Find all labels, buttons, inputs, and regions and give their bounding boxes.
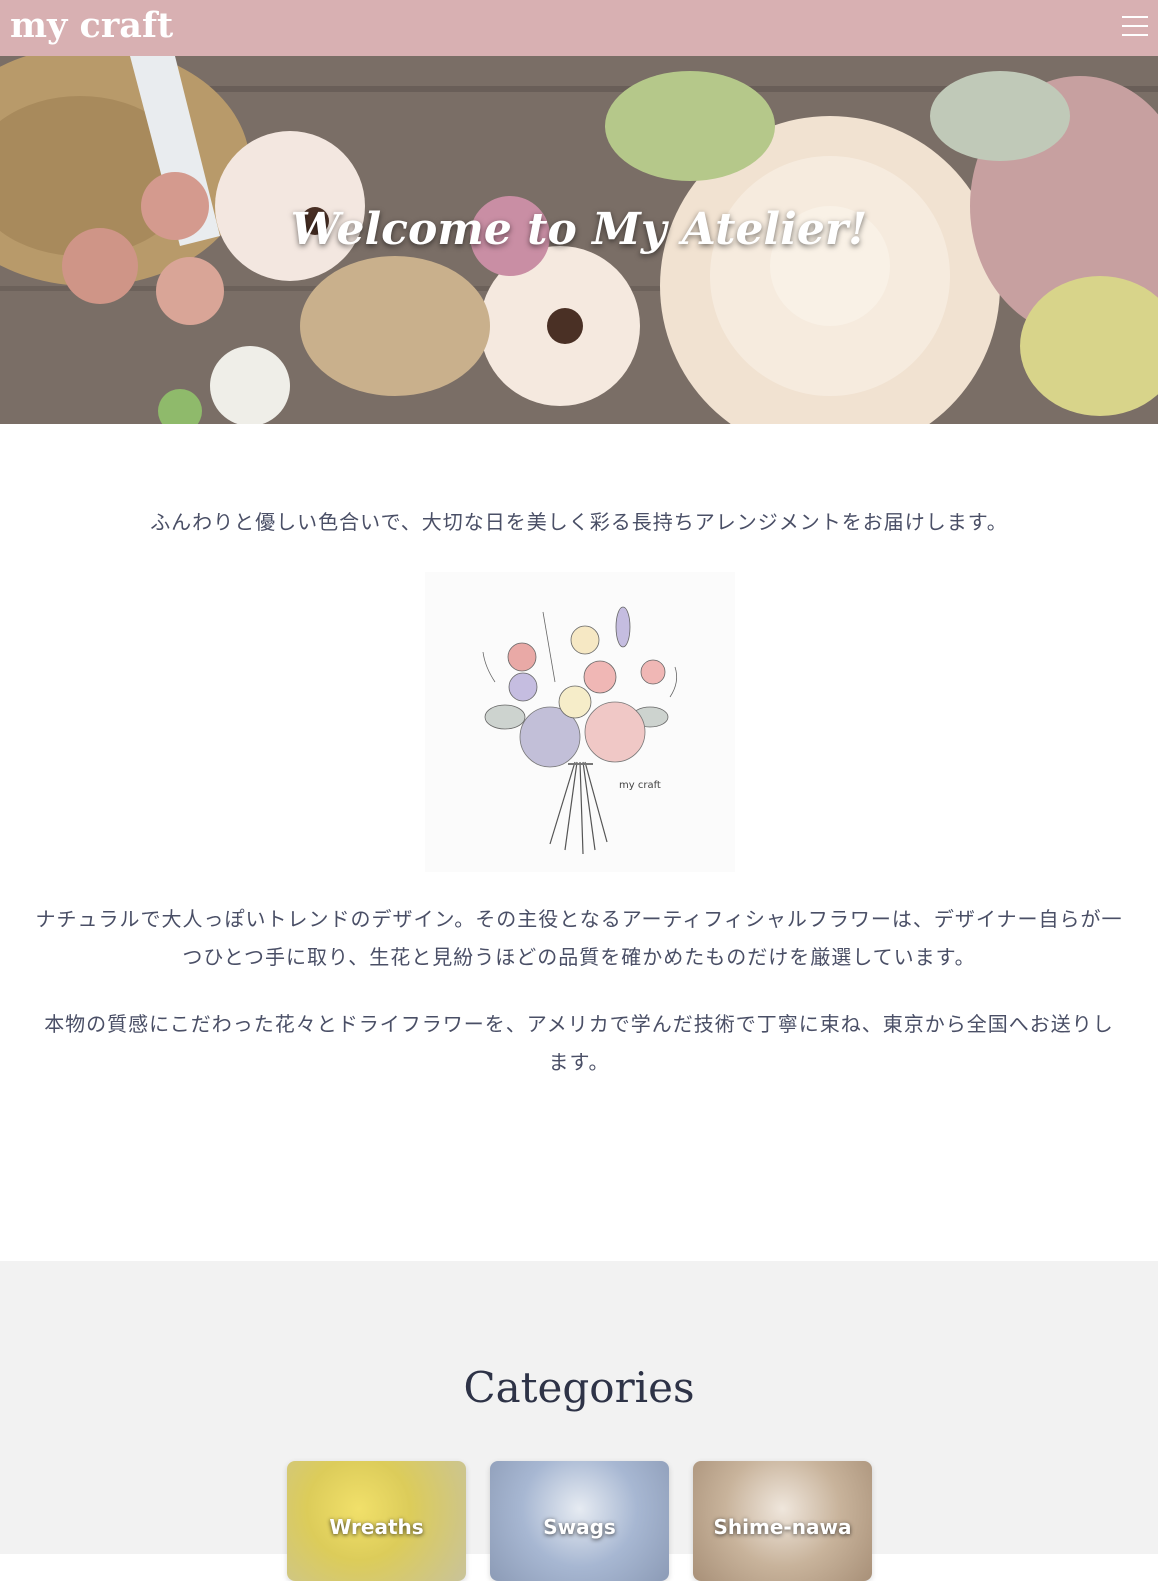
- intro-tagline: ふんわりと優しい色合いで、大切な日を美しく彩る長持ちアレンジメントをお届けします…: [150, 510, 1008, 534]
- intro-paragraph-1: ナチュラルで大人っぽいトレンドのデザイン。その主役となるアーティフィシャルフラワ…: [30, 900, 1128, 976]
- bouquet-logo-illustration: my craft: [425, 572, 735, 872]
- intro-paragraph-1-line-2: つひとつ手に取り、生花と見紛うほどの品質を確かめたものだけを厳選しています。: [182, 945, 976, 969]
- hero-banner: Welcome to My Atelier!: [0, 56, 1158, 424]
- intro-paragraph-1-line-1: ナチュラルで大人っぽいトレンドのデザイン。その主役となるアーティフィシャルフラワ…: [35, 907, 1123, 931]
- category-label: Shime-nawa: [713, 1515, 852, 1539]
- intro-paragraph-2-line-2: ます。: [548, 1050, 610, 1074]
- bouquet-logo-caption: my craft: [619, 780, 661, 791]
- category-card-wreaths[interactable]: Wreaths: [287, 1461, 466, 1581]
- bouquet-icon: my craft: [482, 606, 678, 855]
- category-card-shime-nawa[interactable]: Shime-nawa: [693, 1461, 872, 1581]
- intro-section: ふんわりと優しい色合いで、大切な日を美しく彩る長持ちアレンジメントをお届けします…: [0, 424, 1158, 1261]
- site-logo[interactable]: my craft: [10, 4, 173, 48]
- intro-paragraph-2-line-1: 本物の質感にこだわった花々とドライフラワーを、アメリカで学んだ技術で丁寧に束ね、…: [44, 1012, 1114, 1036]
- categories-title: Categories: [463, 1363, 695, 1412]
- hero-title: Welcome to My Atelier!: [290, 204, 868, 255]
- category-label: Swags: [543, 1515, 616, 1539]
- categories-section: Categories Wreaths Swags Shime-nawa: [0, 1261, 1158, 1581]
- category-card-swags[interactable]: Swags: [490, 1461, 669, 1581]
- category-label: Wreaths: [329, 1515, 424, 1539]
- intro-paragraph-2: 本物の質感にこだわった花々とドライフラワーを、アメリカで学んだ技術で丁寧に束ね、…: [30, 1005, 1128, 1081]
- hamburger-menu-icon[interactable]: [1122, 14, 1148, 38]
- site-header: my craft: [0, 0, 1158, 56]
